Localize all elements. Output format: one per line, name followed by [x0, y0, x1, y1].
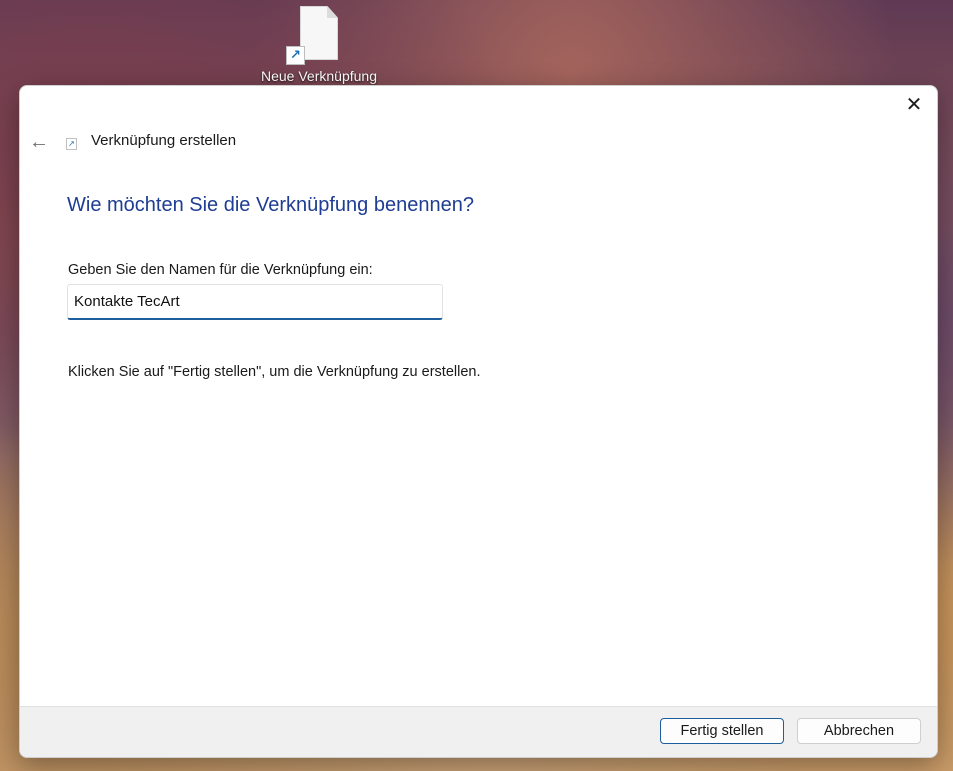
wizard-title: Verknüpfung erstellen	[91, 132, 237, 149]
name-field-label: Geben Sie den Namen für die Verknüpfung …	[68, 262, 373, 278]
file-icon	[300, 6, 338, 60]
desktop-shortcut-item[interactable]: ↗ Neue Verknüpfung	[252, 6, 386, 84]
cancel-button[interactable]: Abbrechen	[797, 718, 921, 744]
close-icon[interactable]: ✕	[901, 92, 927, 118]
shortcut-name-input[interactable]	[67, 284, 443, 320]
desktop-icon-label: Neue Verknüpfung	[261, 68, 377, 84]
shortcut-arrow-icon: ↗	[286, 46, 305, 65]
finish-hint-text: Klicken Sie auf "Fertig stellen", um die…	[68, 364, 481, 380]
create-shortcut-dialog: ✕ ← ↗ Verknüpfung erstellen Wie möchten …	[19, 85, 938, 758]
page-heading: Wie möchten Sie die Verknüpfung benennen…	[67, 194, 474, 216]
finish-button[interactable]: Fertig stellen	[660, 718, 784, 744]
dialog-footer: Fertig stellen Abbrechen	[20, 706, 937, 757]
shortcut-icon: ↗	[66, 138, 77, 150]
back-arrow-icon[interactable]: ←	[26, 130, 52, 154]
